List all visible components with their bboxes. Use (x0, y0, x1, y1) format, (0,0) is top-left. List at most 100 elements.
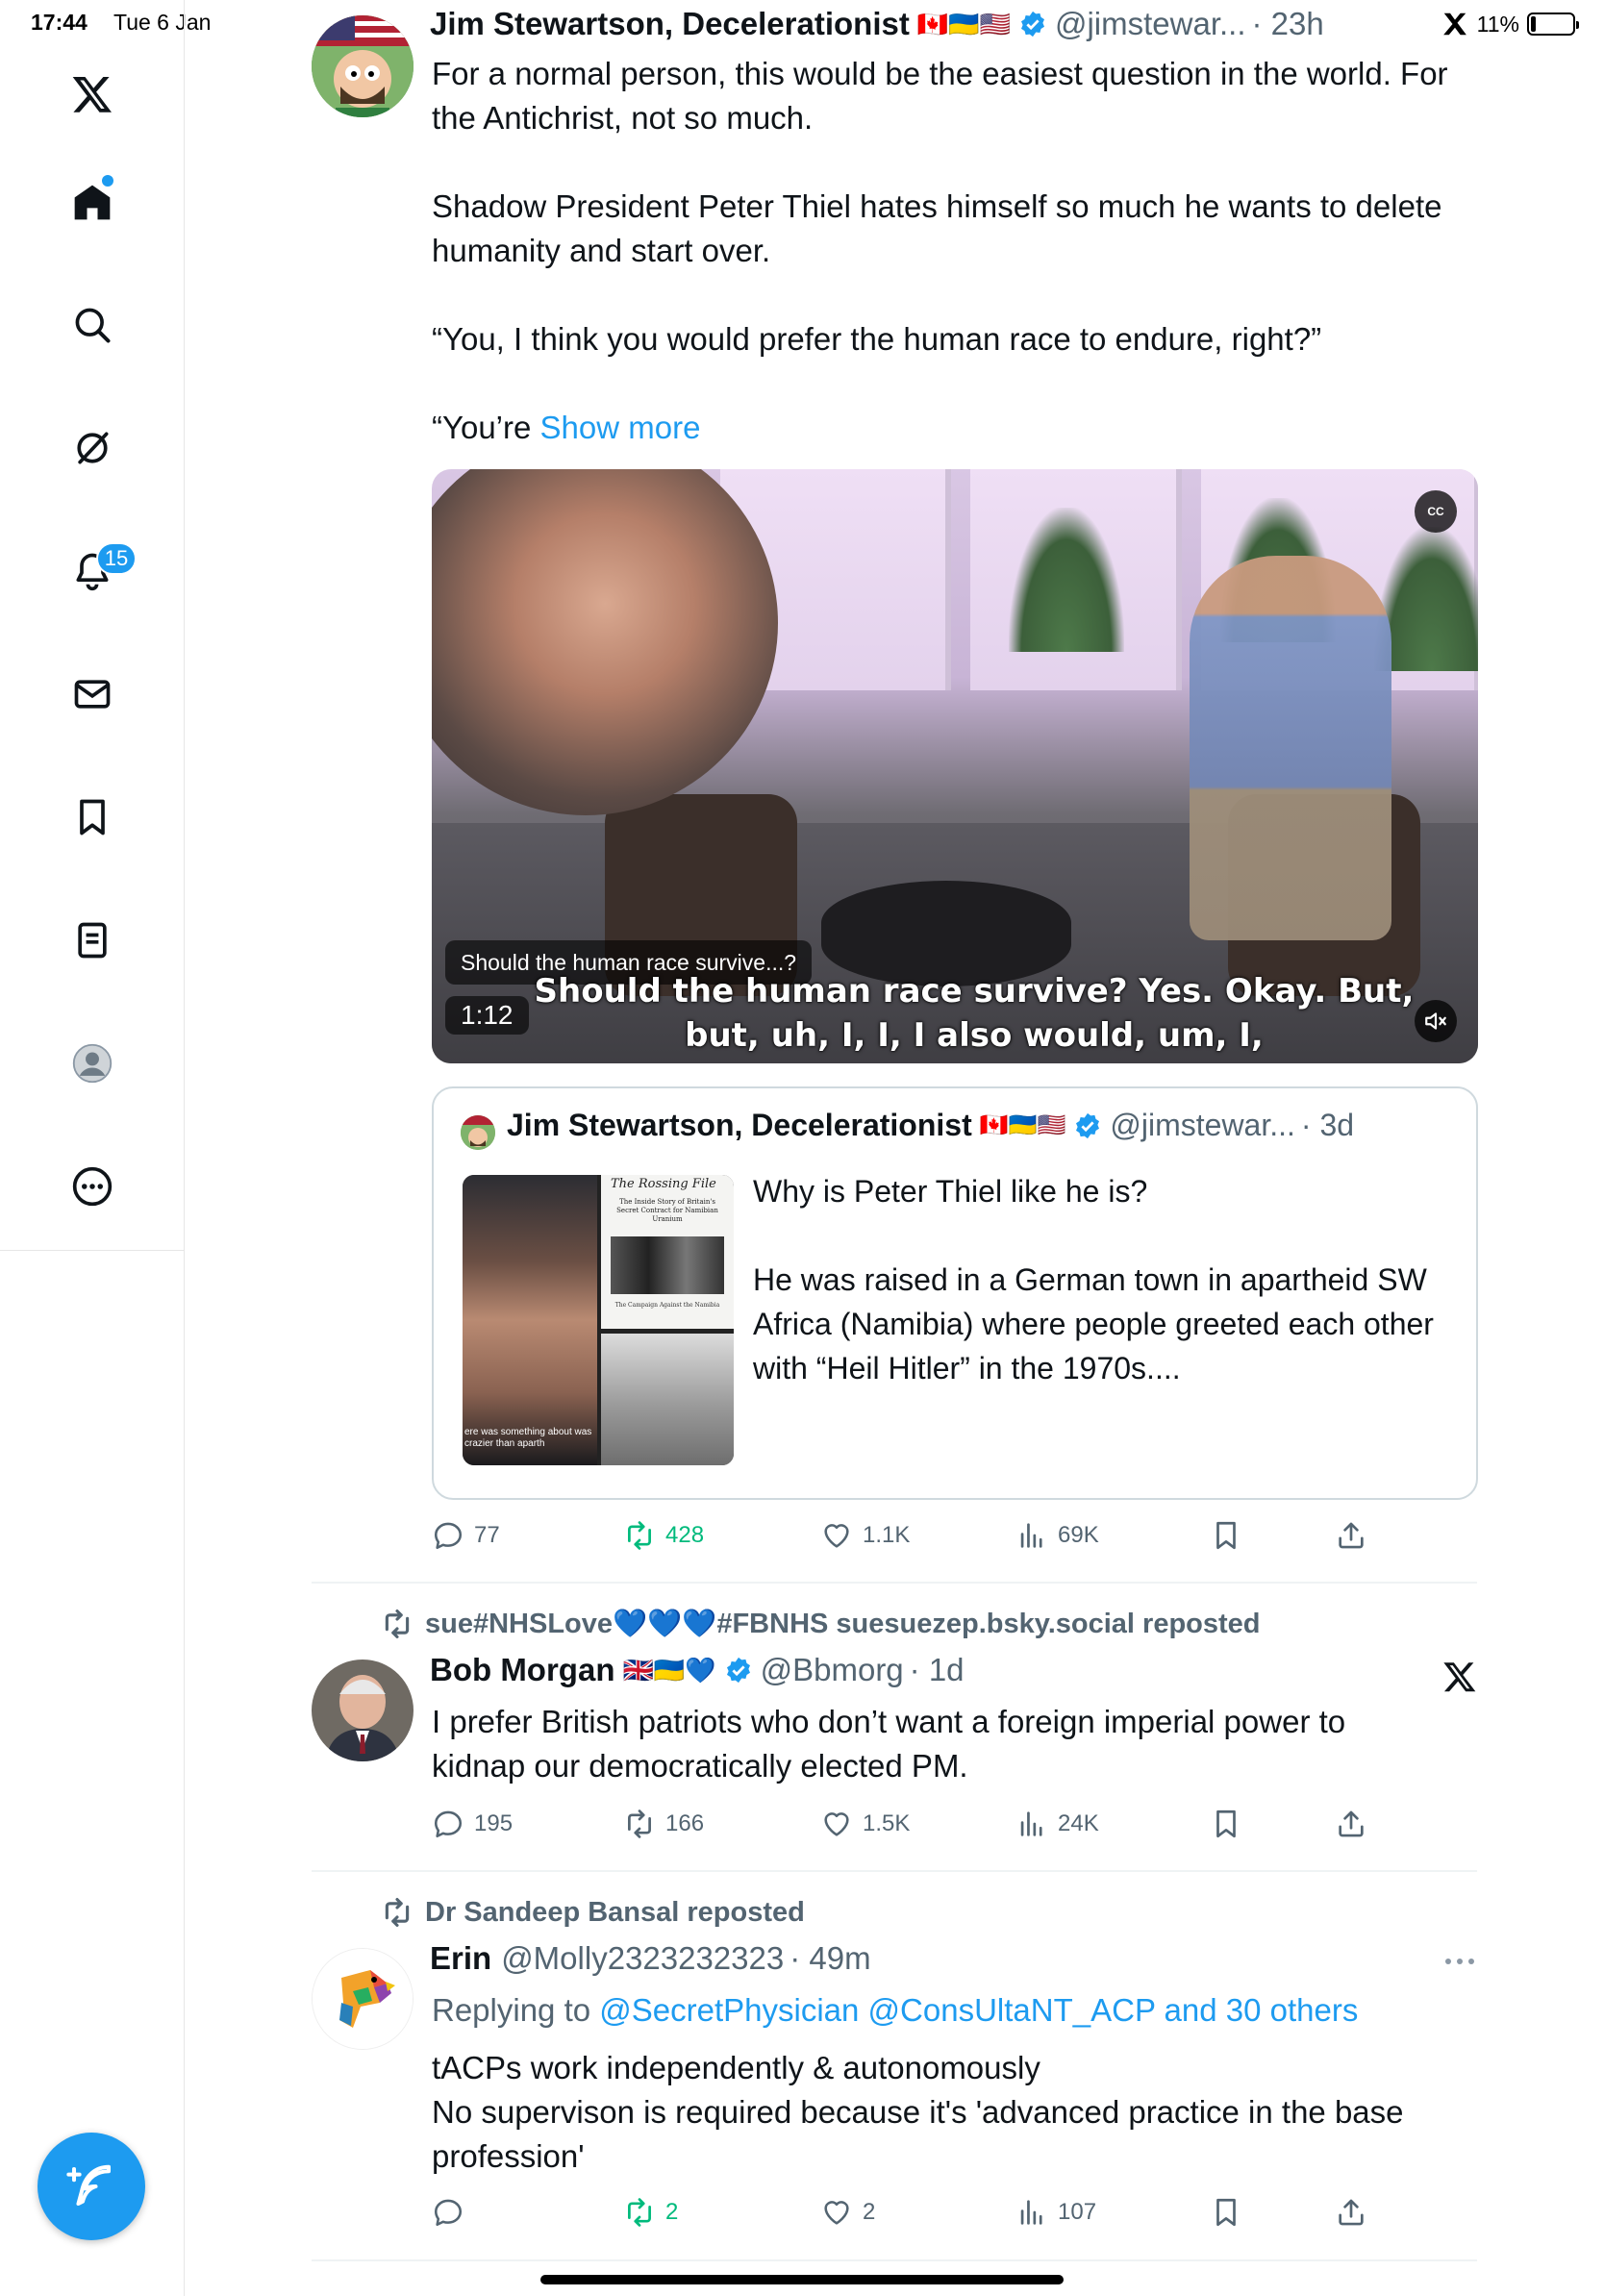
repost-label[interactable]: sue#NHSLove💙💙💙#FBNHS suesuezep.bsky.soci… (425, 1608, 1261, 1640)
verified-badge-icon (726, 1657, 750, 1684)
tweet-text-para: For a normal person, this would be the e… (432, 56, 1448, 136)
home-icon[interactable] (62, 171, 123, 233)
repost-button[interactable]: 2 (623, 2196, 678, 2229)
home-indicator[interactable] (540, 2275, 1064, 2284)
captions-button[interactable]: CC (1415, 490, 1457, 533)
more-icon[interactable] (62, 1156, 123, 1217)
repost-count: 166 (665, 1810, 705, 1836)
quote-time: · 3d (1300, 1108, 1355, 1142)
grok-icon[interactable] (62, 417, 123, 479)
author-name[interactable]: Erin (430, 1940, 491, 1977)
quote-text: Why is Peter Thiel like he is? He was ra… (753, 1169, 1445, 1390)
views-icon (1020, 1811, 1042, 1836)
views-count: 24K (1058, 1810, 1099, 1836)
like-button[interactable]: 2 (820, 2196, 875, 2229)
like-count: 1.5K (863, 1810, 911, 1836)
repost-button[interactable]: 428 (623, 1519, 704, 1552)
quote-author-handle: @jimstewar... (1110, 1108, 1295, 1142)
tweet-header: Erin @Molly2323232323 · 49m (430, 1940, 871, 1977)
video-subtitle: Should the human race survive? Yes. Okay… (534, 972, 1415, 1055)
messages-icon[interactable] (62, 663, 123, 725)
x-status-icon (1442, 12, 1466, 36)
like-button[interactable]: 1.5K (820, 1808, 910, 1840)
quote-header: Jim Stewartson, Decelerationist 🇨🇦🇺🇦🇺🇸 @… (507, 1108, 1354, 1143)
heart-icon (824, 1812, 849, 1836)
author-name[interactable]: Bob Morgan (430, 1652, 614, 1688)
avatar[interactable] (312, 1660, 414, 1761)
quote-thumbnail[interactable]: ere was something about was crazier than… (463, 1175, 734, 1465)
bookmarks-icon[interactable] (62, 786, 123, 848)
like-count: 1.1K (863, 1522, 911, 1548)
notifications-badge: 15 (96, 542, 137, 575)
compose-button[interactable] (38, 2133, 145, 2240)
repost-context: Dr Sandeep Bansal reposted (381, 1896, 805, 1929)
views-button[interactable]: 24K (1015, 1808, 1099, 1840)
profile-icon[interactable] (62, 1033, 123, 1094)
avatar[interactable] (312, 15, 414, 117)
avatar[interactable] (312, 1948, 414, 2050)
like-button[interactable]: 1.1K (820, 1519, 910, 1552)
reply-button[interactable]: 77 (432, 1519, 500, 1552)
x-logo-icon[interactable] (62, 63, 123, 125)
reply-icon (434, 2199, 463, 2227)
thumb-photo (601, 1334, 734, 1465)
battery-percent: 11% (1476, 11, 1519, 37)
bookmark-button[interactable] (1210, 1519, 1242, 1552)
repost-label[interactable]: Dr Sandeep Bansal reposted (425, 1897, 805, 1929)
share-icon (1339, 1810, 1364, 1837)
tweet-time[interactable]: · 23h (1252, 6, 1324, 42)
tweet-text: tACPs work independently & autonomously … (432, 2046, 1461, 2179)
replying-to-links[interactable]: @SecretPhysician @ConsUltaNT_ACP and 30 … (599, 1992, 1358, 2028)
views-button[interactable]: 107 (1015, 2196, 1096, 2229)
repost-icon (385, 1897, 410, 1928)
repost-icon (628, 1521, 651, 1550)
tweet-time[interactable]: · 1d (910, 1652, 965, 1688)
sidebar-divider (0, 1250, 185, 1251)
views-button[interactable]: 69K (1015, 1519, 1099, 1552)
tweet-time[interactable]: · 49m (789, 1940, 870, 1977)
book-footer: The Campaign Against the Namibia (614, 1302, 720, 1309)
share-button[interactable] (1335, 2196, 1367, 2229)
quote-avatar (461, 1115, 495, 1150)
search-icon[interactable] (62, 294, 123, 356)
quoted-tweet[interactable]: Jim Stewartson, Decelerationist 🇨🇦🇺🇦🇺🇸 @… (432, 1086, 1478, 1500)
bookmark-icon (1216, 1521, 1236, 1550)
repost-icon (385, 1609, 410, 1639)
author-handle[interactable]: @Molly2323232323 (501, 1940, 784, 1977)
tweet-text: I prefer British patriots who don’t want… (432, 1704, 1346, 1784)
video-duration: 1:12 (445, 996, 529, 1035)
share-button[interactable] (1335, 1808, 1367, 1840)
quote-text-para: Why is Peter Thiel like he is? (753, 1174, 1148, 1209)
views-count: 69K (1058, 1522, 1099, 1548)
repost-count: 428 (665, 1522, 705, 1548)
show-more-link[interactable]: Show more (540, 410, 701, 445)
share-icon (1339, 1522, 1364, 1549)
tweet-divider (312, 1870, 1477, 1872)
author-handle[interactable]: @jimstewar... (1055, 6, 1246, 42)
repost-button[interactable]: 166 (623, 1808, 704, 1840)
thumb-caption: ere was something about was crazier than… (464, 1427, 592, 1449)
author-name[interactable]: Jim Stewartson, Decelerationist (430, 6, 910, 42)
reply-icon (434, 1810, 463, 1838)
share-button[interactable] (1335, 1519, 1367, 1552)
mute-button[interactable] (1415, 1000, 1457, 1042)
bookmark-button[interactable] (1210, 2196, 1242, 2229)
lists-icon[interactable] (62, 910, 123, 971)
speaker-muted-icon (1425, 1012, 1446, 1030)
more-options-icon[interactable] (1442, 1952, 1477, 1971)
reply-button[interactable]: 195 (432, 1808, 513, 1840)
tweet-text-para: “You, I think you would prefer the human… (432, 321, 1322, 357)
quote-author-name: Jim Stewartson, Decelerationist (507, 1108, 972, 1142)
quote-text-para: He was raised in a German town in aparth… (753, 1262, 1434, 1385)
tweet-divider (312, 2259, 1477, 2261)
heart-icon (824, 2201, 849, 2225)
battery-icon (1527, 12, 1579, 36)
like-count: 2 (863, 2199, 876, 2225)
share-icon (1339, 2199, 1364, 2226)
bookmark-button[interactable] (1210, 1808, 1242, 1840)
video-player[interactable]: CC Should the human race survive...? Sho… (432, 469, 1478, 1063)
author-flags: 🇨🇦🇺🇦🇺🇸 (916, 9, 1011, 38)
author-handle[interactable]: @Bbmorg (761, 1652, 904, 1688)
x-logo-icon[interactable] (1442, 1660, 1477, 1694)
reply-button[interactable] (432, 2196, 474, 2229)
